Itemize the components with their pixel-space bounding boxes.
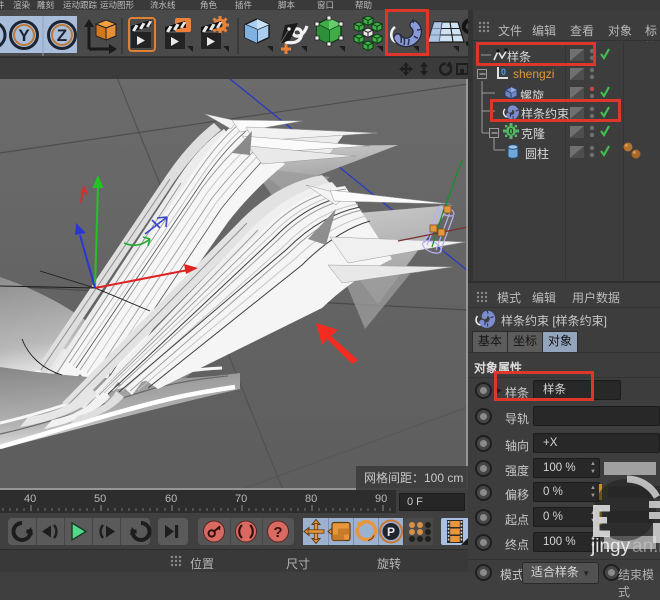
svg-text:0: 0 (508, 127, 513, 137)
svg-text:40: 40 (24, 493, 36, 505)
svg-text:an.b: an.b (632, 536, 660, 557)
svg-text:80: 80 (305, 493, 317, 505)
svg-text:?: ? (273, 524, 282, 541)
svg-text:70: 70 (235, 493, 247, 505)
svg-text:网格间距：100 cm: 网格间距：100 cm (364, 470, 463, 485)
svg-text:0: 0 (501, 67, 506, 77)
svg-text:Z: Z (57, 26, 67, 45)
svg-text:50: 50 (94, 493, 106, 505)
svg-text:60: 60 (165, 493, 177, 505)
svg-text:90: 90 (375, 493, 387, 505)
svg-text:jingy: jingy (590, 536, 631, 557)
svg-text:Y: Y (18, 26, 30, 45)
svg-text:P: P (387, 525, 395, 539)
